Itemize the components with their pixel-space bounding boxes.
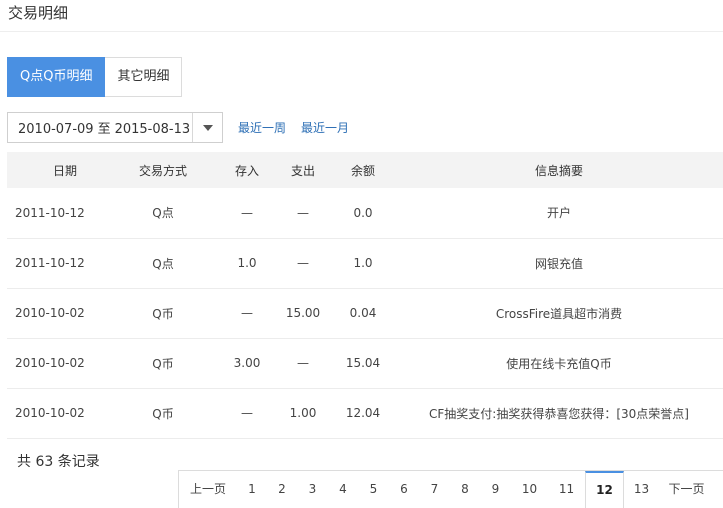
- cell-deposit: —: [241, 306, 253, 320]
- cell-method: Q点: [152, 256, 174, 271]
- table-row: 2010-10-02 Q币 — 15.00 0.04 CrossFire道具超市…: [7, 288, 723, 338]
- pagination-prev-button[interactable]: 上一页: [179, 471, 237, 508]
- cell-date: 2011-10-12: [15, 256, 85, 270]
- pagination-page-8[interactable]: 8: [450, 471, 480, 508]
- table-row: 2011-10-12 Q点 — — 0.0 开户: [7, 188, 723, 238]
- chevron-down-icon: [202, 124, 213, 131]
- pagination-page-10[interactable]: 10: [511, 471, 548, 508]
- cell-balance: 12.04: [345, 406, 381, 420]
- tab-bar: Q点Q币明细 其它明细: [7, 57, 183, 97]
- cell-summary: 使用在线卡充值Q币: [506, 356, 612, 371]
- cell-summary: CF抽奖支付:抽奖获得恭喜您获得：[30点荣誉点]: [429, 406, 689, 421]
- cell-deposit: 3.00: [233, 356, 261, 370]
- pagination-page-4[interactable]: 4: [328, 471, 358, 508]
- pagination-page-13[interactable]: 13: [624, 471, 659, 508]
- table-header-row: 日期 交易方式 存入 支出 余额 信息摘要: [7, 152, 723, 188]
- table-row: 2010-10-02 Q币 3.00 — 15.04 使用在线卡充值Q币: [7, 338, 723, 388]
- cell-deposit: —: [241, 205, 253, 220]
- cell-date: 2010-10-02: [15, 306, 85, 320]
- tab-q-points-detail[interactable]: Q点Q币明细: [7, 57, 106, 97]
- cell-withdraw: 1.00: [289, 406, 317, 420]
- cell-deposit: 1.0: [237, 256, 257, 270]
- pagination: 上一页 1 2 3 4 5 6 7 8 9 10 11 12 13 下一页: [178, 470, 723, 508]
- record-total: 共 63 条记录: [17, 451, 100, 471]
- table-row: 2011-10-12 Q点 1.0 — 1.0 网银充值: [7, 238, 723, 288]
- pagination-page-1[interactable]: 1: [237, 471, 267, 508]
- column-header-method: 交易方式: [138, 163, 187, 178]
- pagination-page-3[interactable]: 3: [297, 471, 328, 508]
- record-total-prefix: 共: [17, 454, 31, 470]
- title-divider: [0, 31, 723, 32]
- pagination-page-11[interactable]: 11: [548, 471, 585, 508]
- cell-balance: 1.0: [353, 256, 373, 270]
- pagination-next-button[interactable]: 下一页: [659, 471, 714, 508]
- column-header-balance: 余额: [350, 163, 375, 178]
- cell-withdraw: —: [297, 356, 309, 370]
- transactions-table: 日期 交易方式 存入 支出 余额 信息摘要 2011-10-12 Q点 — — …: [7, 152, 723, 439]
- quick-filter-last-month[interactable]: 最近一月: [301, 119, 349, 136]
- cell-withdraw: 15.00: [285, 306, 321, 320]
- record-total-suffix: 条记录: [57, 454, 100, 470]
- quick-filter-last-week[interactable]: 最近一周: [238, 119, 286, 136]
- cell-summary: 网银充值: [534, 256, 583, 271]
- tab-other-detail[interactable]: 其它明细: [105, 57, 183, 97]
- pagination-page-2[interactable]: 2: [267, 471, 297, 508]
- pagination-page-7[interactable]: 7: [419, 471, 450, 508]
- cell-summary: CrossFire道具超市消费: [495, 306, 623, 321]
- column-header-summary: 信息摘要: [534, 163, 583, 178]
- cell-date: 2010-10-02: [15, 356, 85, 370]
- cell-date: 2011-10-12: [15, 205, 85, 220]
- record-total-count: 63: [35, 454, 54, 470]
- date-separator: 至: [97, 122, 111, 137]
- cell-summary: 开户: [546, 206, 571, 221]
- column-header-deposit: 存入: [234, 163, 259, 178]
- column-header-date: 日期: [53, 163, 78, 178]
- cell-method: Q币: [152, 406, 174, 421]
- pagination-page-5[interactable]: 5: [358, 471, 389, 508]
- cell-balance: 0.04: [349, 306, 377, 320]
- cell-method: Q币: [152, 306, 174, 321]
- cell-method: Q币: [152, 356, 174, 371]
- page-title: 交易明细: [8, 4, 69, 22]
- column-header-withdraw: 支出: [290, 163, 315, 178]
- cell-withdraw: —: [297, 256, 309, 270]
- date-range-picker[interactable]: 2010-07-09 至 2015-08-13: [7, 112, 223, 143]
- date-range-text: 2010-07-09 至 2015-08-13: [8, 118, 192, 137]
- table-row: 2010-10-02 Q币 — 1.00 12.04 CF抽奖支付:抽奖获得恭喜…: [7, 388, 723, 438]
- date-range-dropdown-button[interactable]: [192, 113, 222, 142]
- cell-date: 2010-10-02: [15, 406, 85, 420]
- cell-method: Q点: [152, 206, 174, 221]
- pagination-page-6[interactable]: 6: [389, 471, 419, 508]
- pagination-page-9[interactable]: 9: [480, 471, 511, 508]
- cell-balance: 15.04: [345, 356, 381, 370]
- cell-withdraw: —: [297, 205, 309, 220]
- pagination-page-12-current[interactable]: 12: [585, 471, 624, 508]
- cell-balance: 0.0: [353, 205, 373, 220]
- date-from: 2010-07-09: [18, 122, 94, 137]
- cell-deposit: —: [241, 406, 253, 420]
- date-to: 2015-08-13: [114, 122, 191, 137]
